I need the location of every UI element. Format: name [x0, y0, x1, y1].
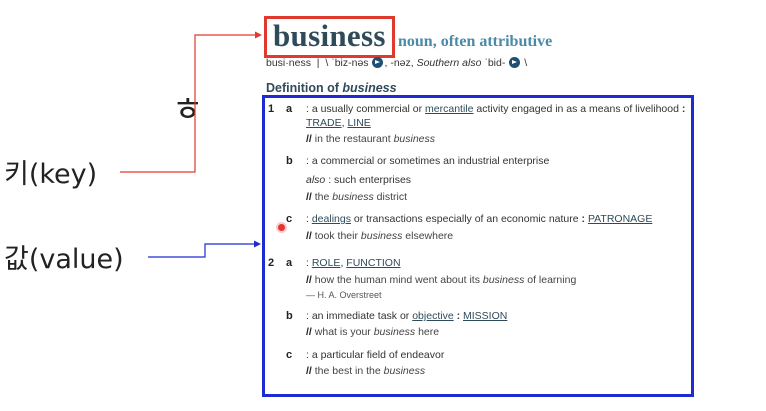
definition-heading-prefix: Definition of: [266, 81, 339, 95]
sense-letter: a: [286, 257, 293, 269]
pron-part2: , -nəz,: [384, 57, 414, 69]
sense-letter: c: [286, 349, 293, 361]
headword: business: [273, 18, 386, 53]
pron-part1: \ ˈbiz-nəs: [325, 57, 369, 69]
xref-link[interactable]: objective: [412, 310, 453, 322]
syllables: busi·ness: [266, 57, 311, 69]
sense-letter: b: [286, 155, 293, 167]
speaker-icon[interactable]: [372, 57, 384, 68]
sense-number: 2: [268, 257, 275, 269]
example-sentence: // the business district: [306, 191, 408, 203]
value-arrow: [148, 243, 258, 258]
synonym-link[interactable]: LINE: [347, 117, 370, 129]
sense-text: : an immediate task or objective : MISSI…: [306, 310, 508, 322]
example-sentence: // took their business elsewhere: [306, 230, 454, 242]
synonym-link[interactable]: MISSION: [463, 310, 507, 322]
value-arrowhead: [254, 240, 261, 248]
pronunciation: busi·ness | \ ˈbiz-nəs , -nəz, Southern …: [266, 57, 527, 69]
speaker-icon[interactable]: [509, 57, 521, 68]
pron-region: Southern: [416, 57, 460, 69]
example-sentence: // what is your business here: [306, 326, 440, 338]
quote-attribution: — H. A. Overstreet: [306, 290, 382, 300]
synonym-link[interactable]: PATRONAGE: [588, 213, 652, 225]
synonym-link[interactable]: TRADE: [306, 117, 342, 129]
sense-letter: b: [286, 310, 293, 322]
pron-separator: |: [316, 57, 320, 69]
xref-link[interactable]: mercantile: [425, 103, 473, 115]
synonym-link[interactable]: FUNCTION: [346, 257, 400, 269]
example-sentence: // in the restaurant business: [306, 133, 436, 145]
key-arrow: [120, 34, 260, 173]
definition-heading: Definition of business: [266, 81, 397, 95]
sense-number: 1: [268, 103, 275, 115]
synonym-link[interactable]: ROLE: [312, 257, 341, 269]
sense-also: also : such enterprises: [306, 174, 412, 186]
sense-text: : ROLE, FUNCTION: [306, 257, 401, 269]
sense-text: : a usually commercial or mercantile act…: [306, 103, 686, 129]
xref-link[interactable]: dealings: [312, 213, 351, 225]
sense-text: : a commercial or sometimes an industria…: [306, 155, 550, 167]
part-of-speech: noun, often attributive: [398, 33, 553, 50]
definition-heading-word: business: [342, 81, 397, 95]
example-sentence: // the best in the business: [306, 365, 426, 377]
cursor-dot: [278, 224, 285, 231]
sense-text: : dealings or transactions especially of…: [306, 213, 653, 225]
pron-part3: ˈbid-: [484, 57, 506, 69]
sense-letter: c: [286, 213, 293, 225]
sense-letter: a: [286, 103, 293, 115]
pron-also: also: [462, 57, 482, 69]
pron-end: \: [524, 57, 528, 69]
example-sentence: // how the human mind went about its bus…: [306, 274, 577, 286]
headword-highlight: business: [264, 16, 395, 58]
key-arrowhead: [255, 31, 262, 39]
sense-text: : a particular field of endeavor: [306, 349, 445, 361]
